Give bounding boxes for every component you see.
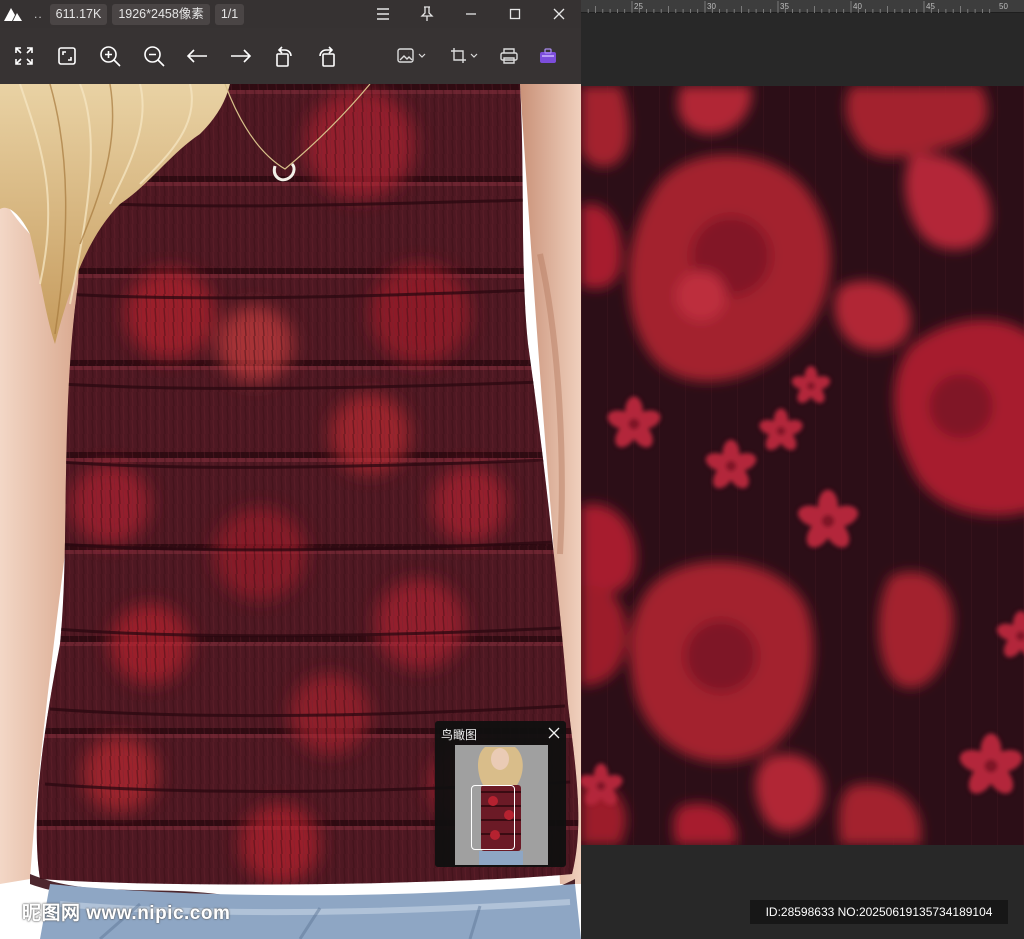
ruler-scale: 25 30 35 40 45 50 (587, 1, 1008, 13)
image-id-label: ID:28598633 NO:20250619135734189104 (750, 900, 1008, 924)
viewer-toolbar (0, 28, 581, 84)
zoom-out-icon (144, 46, 165, 67)
navigator-close-button[interactable] (546, 725, 562, 741)
previous-icon (186, 49, 207, 63)
minimize-button[interactable] (449, 0, 493, 28)
horizontal-ruler[interactable]: 25 30 35 40 45 50 (581, 0, 1024, 13)
image-dimensions-badge: 1926*2458像素 (112, 3, 210, 25)
menu-icon (377, 8, 389, 20)
zoom-in-icon (100, 46, 121, 67)
edit-image-dropdown[interactable] (392, 40, 432, 72)
navigator-thumbnail[interactable] (455, 745, 548, 865)
next-icon (231, 49, 252, 63)
fullscreen-button[interactable] (8, 40, 40, 72)
menu-button[interactable] (361, 0, 405, 28)
rotate-right-icon (319, 46, 335, 67)
close-button[interactable] (537, 0, 581, 28)
maximize-button[interactable] (493, 0, 537, 28)
site-watermark: 昵图网 www.nipic.com (22, 903, 231, 924)
crop-icon (451, 48, 478, 63)
toolbox-button[interactable] (532, 40, 564, 72)
ruler-tick-label: 25 (634, 2, 643, 11)
print-icon (500, 48, 518, 64)
crop-dropdown[interactable] (445, 40, 485, 72)
rotate-left-button[interactable] (268, 40, 300, 72)
zoom-out-button[interactable] (138, 40, 170, 72)
ruler-tick-label: 35 (780, 2, 789, 11)
edit-image-icon (397, 48, 426, 63)
page-counter-badge: 1/1 (214, 3, 245, 25)
zoom-in-button[interactable] (94, 40, 126, 72)
maximize-icon (509, 8, 521, 20)
close-icon (553, 8, 565, 20)
file-size-badge: 611.17K (49, 3, 108, 25)
ruler-tick-label: 40 (853, 2, 862, 11)
app-logo-icon (4, 8, 22, 21)
pin-button[interactable] (405, 0, 449, 28)
navigator-panel[interactable]: 鸟瞰图 (435, 721, 566, 867)
previous-image-button[interactable] (181, 40, 213, 72)
ruler-tick-label: 45 (926, 2, 935, 11)
image-viewer-window: .. 611.17K 1926*2458像素 1/1 鸟瞰图 昵图网 www.n… (0, 0, 581, 939)
toolbox-icon (540, 48, 556, 63)
fit-window-icon (58, 47, 76, 65)
rotate-left-icon (276, 46, 292, 67)
close-icon (548, 727, 560, 739)
fullscreen-icon (15, 47, 33, 65)
next-image-button[interactable] (225, 40, 257, 72)
minimize-icon (466, 13, 476, 15)
title-bar[interactable]: .. 611.17K 1926*2458像素 1/1 (0, 0, 581, 28)
pin-icon (420, 6, 434, 21)
navigator-title: 鸟瞰图 (441, 728, 478, 742)
ruler-tick-label: 30 (707, 2, 716, 11)
rotate-right-button[interactable] (311, 40, 343, 72)
floral-pattern-canvas[interactable] (581, 86, 1024, 845)
navigator-view-frame[interactable] (471, 785, 515, 850)
fit-window-button[interactable] (51, 40, 83, 72)
more-dots: .. (34, 7, 43, 21)
ruler-tick-label: 50 (999, 2, 1008, 11)
print-button[interactable] (493, 40, 525, 72)
